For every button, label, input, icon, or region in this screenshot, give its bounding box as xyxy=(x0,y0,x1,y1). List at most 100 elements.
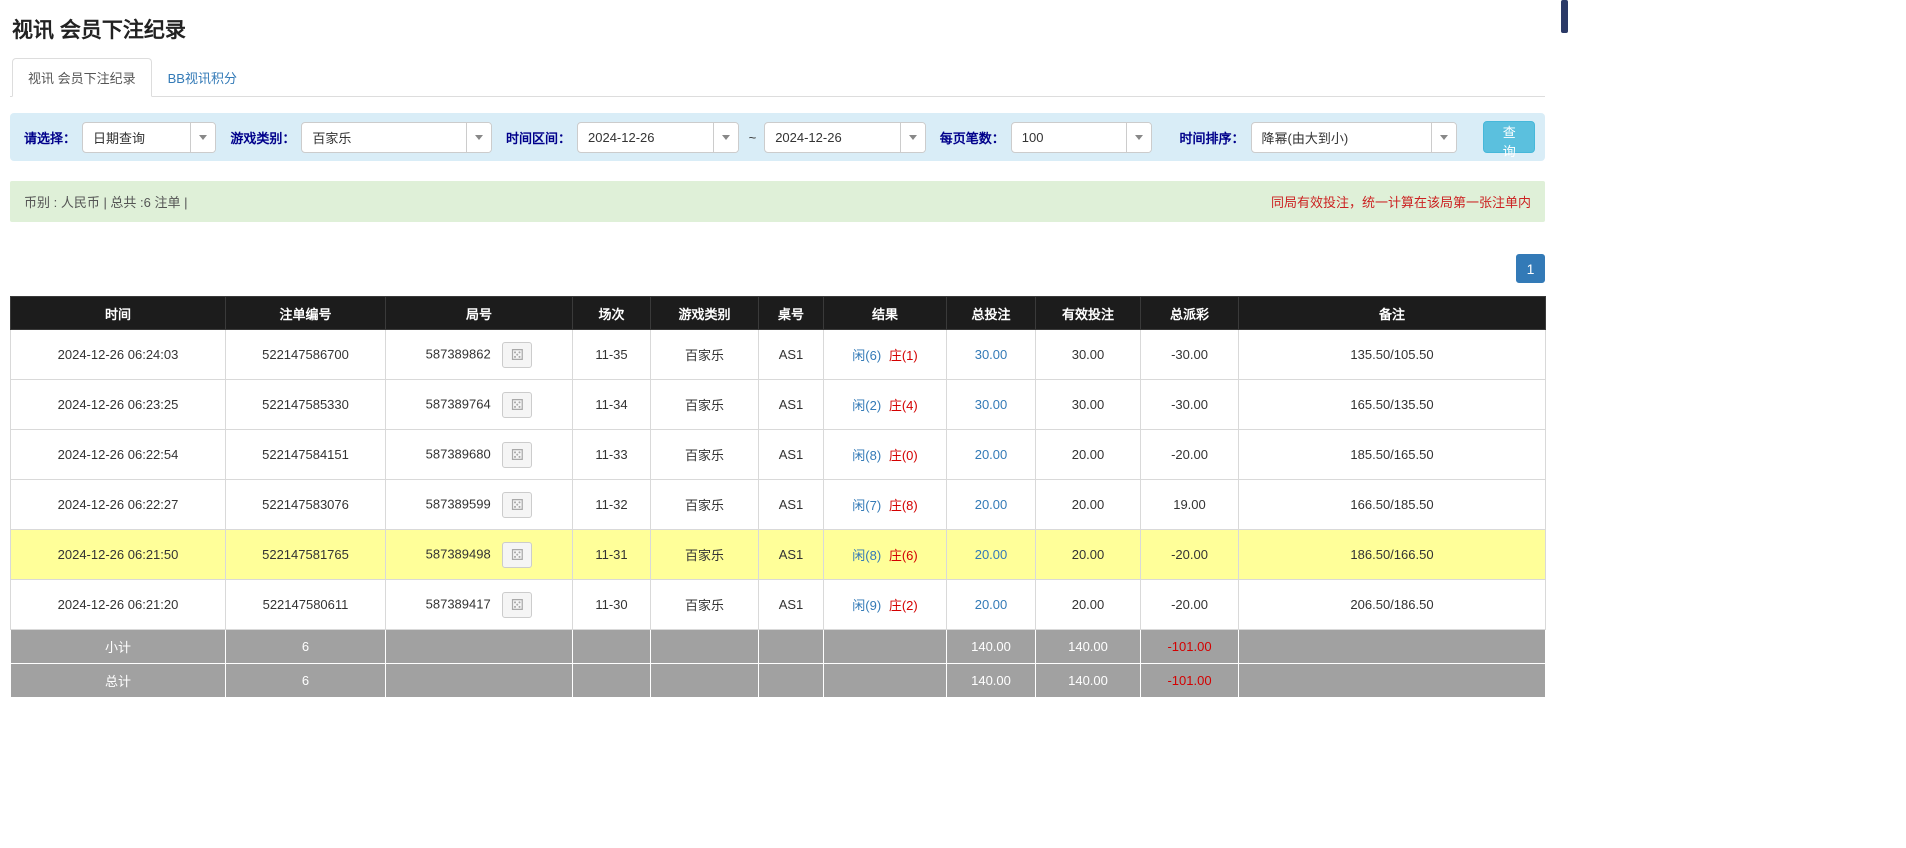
column-header: 总派彩 xyxy=(1141,297,1239,330)
cell-total-bet: 20.00 xyxy=(947,480,1036,530)
chevron-down-icon xyxy=(1431,123,1456,152)
pagination-top: 1 xyxy=(10,254,1545,283)
cell-bet-id: 522147580611 xyxy=(226,580,386,630)
cell-valid-bet: 20.00 xyxy=(1036,430,1141,480)
result-banker: 庄(6) xyxy=(889,548,918,563)
tab-betting-records[interactable]: 视讯 会员下注纪录 xyxy=(12,58,152,97)
round-replay-icon[interactable]: ⚄ xyxy=(502,442,532,468)
total-bet-link[interactable]: 30.00 xyxy=(975,347,1008,362)
cell-round-id: 587389862 ⚄ xyxy=(386,330,573,380)
round-id-value: 587389764 xyxy=(426,396,491,411)
round-replay-icon[interactable]: ⚄ xyxy=(502,592,532,618)
total-bet-link[interactable]: 20.00 xyxy=(975,547,1008,562)
search-button[interactable]: 查询 xyxy=(1483,121,1535,153)
cell-bet-id: 522147584151 xyxy=(226,430,386,480)
total-bet-link[interactable]: 30.00 xyxy=(975,397,1008,412)
summary-empty-cell xyxy=(651,630,759,664)
currency-total-text: 币别 : 人民币 | 总共 :6 注单 | xyxy=(24,192,188,211)
round-id-value: 587389599 xyxy=(426,496,491,511)
result-banker: 庄(0) xyxy=(889,448,918,463)
game-type-label: 游戏类别： xyxy=(230,128,295,147)
sort-order-value: 降幂(由大到小) xyxy=(1252,128,1357,147)
date-range-separator: ~ xyxy=(749,130,757,145)
round-replay-icon[interactable]: ⚄ xyxy=(502,492,532,518)
cell-result: 闲(8) 庄(0) xyxy=(824,430,947,480)
summary-label: 总计 xyxy=(11,664,226,698)
summary-label: 小计 xyxy=(11,630,226,664)
cell-remark: 166.50/185.50 xyxy=(1239,480,1546,530)
date-from-value: 2024-12-26 xyxy=(578,130,663,145)
game-type-value: 百家乐 xyxy=(302,128,359,147)
summary-valid-bet: 140.00 xyxy=(1036,664,1141,698)
column-header: 注单编号 xyxy=(226,297,386,330)
cell-session: 11-33 xyxy=(573,430,651,480)
table-row: 2024-12-26 06:21:50 522147581765 5873894… xyxy=(11,530,1546,580)
cell-remark: 165.50/135.50 xyxy=(1239,380,1546,430)
cell-valid-bet: 30.00 xyxy=(1036,380,1141,430)
result-player: 闲(7) xyxy=(852,498,881,513)
cell-session: 11-34 xyxy=(573,380,651,430)
cell-remark: 185.50/165.50 xyxy=(1239,430,1546,480)
cell-result: 闲(9) 庄(2) xyxy=(824,580,947,630)
cell-table-number: AS1 xyxy=(759,530,824,580)
valid-bet-notice: 同局有效投注，统一计算在该局第一张注单内 xyxy=(1271,192,1531,211)
scrollbar[interactable] xyxy=(1560,0,1569,848)
content-panel: 视讯 会员下注纪录 视讯 会员下注纪录 BB视讯积分 请选择： 日期查询 游戏类… xyxy=(0,0,1555,848)
chevron-down-icon xyxy=(190,123,215,152)
cell-time: 2024-12-26 06:22:54 xyxy=(11,430,226,480)
table-header-row: 时间注单编号局号场次游戏类别桌号结果总投注有效投注总派彩备注 xyxy=(11,297,1546,330)
total-bet-link[interactable]: 20.00 xyxy=(975,497,1008,512)
table-row: 2024-12-26 06:24:03 522147586700 5873898… xyxy=(11,330,1546,380)
cell-payout: -20.00 xyxy=(1141,530,1239,580)
total-bet-link[interactable]: 20.00 xyxy=(975,447,1008,462)
cell-bet-id: 522147581765 xyxy=(226,530,386,580)
column-header: 局号 xyxy=(386,297,573,330)
page-1-button[interactable]: 1 xyxy=(1516,254,1545,283)
scrollbar-thumb[interactable] xyxy=(1561,0,1568,33)
cell-total-bet: 30.00 xyxy=(947,380,1036,430)
page-size-select[interactable]: 100 xyxy=(1011,122,1152,153)
round-replay-icon[interactable]: ⚄ xyxy=(502,392,532,418)
round-replay-icon[interactable]: ⚄ xyxy=(502,342,532,368)
sort-order-select[interactable]: 降幂(由大到小) xyxy=(1251,122,1458,153)
tab-bb-video-points[interactable]: BB视讯积分 xyxy=(152,58,253,97)
summary-empty-cell xyxy=(1239,664,1546,698)
column-header: 游戏类别 xyxy=(651,297,759,330)
cell-result: 闲(6) 庄(1) xyxy=(824,330,947,380)
cell-time: 2024-12-26 06:21:50 xyxy=(11,530,226,580)
cell-payout: -30.00 xyxy=(1141,380,1239,430)
result-player: 闲(2) xyxy=(852,398,881,413)
total-bet-link[interactable]: 20.00 xyxy=(975,597,1008,612)
cell-remark: 186.50/166.50 xyxy=(1239,530,1546,580)
column-header: 结果 xyxy=(824,297,947,330)
cell-table-number: AS1 xyxy=(759,380,824,430)
cell-bet-id: 522147585330 xyxy=(226,380,386,430)
summary-count: 6 xyxy=(226,664,386,698)
summary-valid-bet: 140.00 xyxy=(1036,630,1141,664)
summary-empty-cell xyxy=(1239,630,1546,664)
game-type-select[interactable]: 百家乐 xyxy=(301,122,492,153)
column-header: 时间 xyxy=(11,297,226,330)
cell-bet-id: 522147586700 xyxy=(226,330,386,380)
cell-session: 11-35 xyxy=(573,330,651,380)
summary-empty-cell xyxy=(386,664,573,698)
result-banker: 庄(1) xyxy=(889,348,918,363)
betting-records-table: 时间注单编号局号场次游戏类别桌号结果总投注有效投注总派彩备注 2024-12-2… xyxy=(10,296,1546,698)
date-to-select[interactable]: 2024-12-26 xyxy=(764,122,926,153)
cell-game-type: 百家乐 xyxy=(651,580,759,630)
query-type-select[interactable]: 日期查询 xyxy=(82,122,216,153)
summary-empty-cell xyxy=(573,630,651,664)
cell-valid-bet: 20.00 xyxy=(1036,480,1141,530)
page-size-label: 每页笔数： xyxy=(940,128,1005,147)
date-from-select[interactable]: 2024-12-26 xyxy=(577,122,739,153)
cell-remark: 206.50/186.50 xyxy=(1239,580,1546,630)
cell-round-id: 587389417 ⚄ xyxy=(386,580,573,630)
summary-empty-cell xyxy=(759,630,824,664)
result-player: 闲(9) xyxy=(852,598,881,613)
table-row: 2024-12-26 06:22:27 522147583076 5873895… xyxy=(11,480,1546,530)
round-id-value: 587389498 xyxy=(426,546,491,561)
round-replay-icon[interactable]: ⚄ xyxy=(502,542,532,568)
summary-total-bet: 140.00 xyxy=(947,630,1036,664)
query-type-label: 请选择： xyxy=(24,128,76,147)
result-player: 闲(8) xyxy=(852,548,881,563)
